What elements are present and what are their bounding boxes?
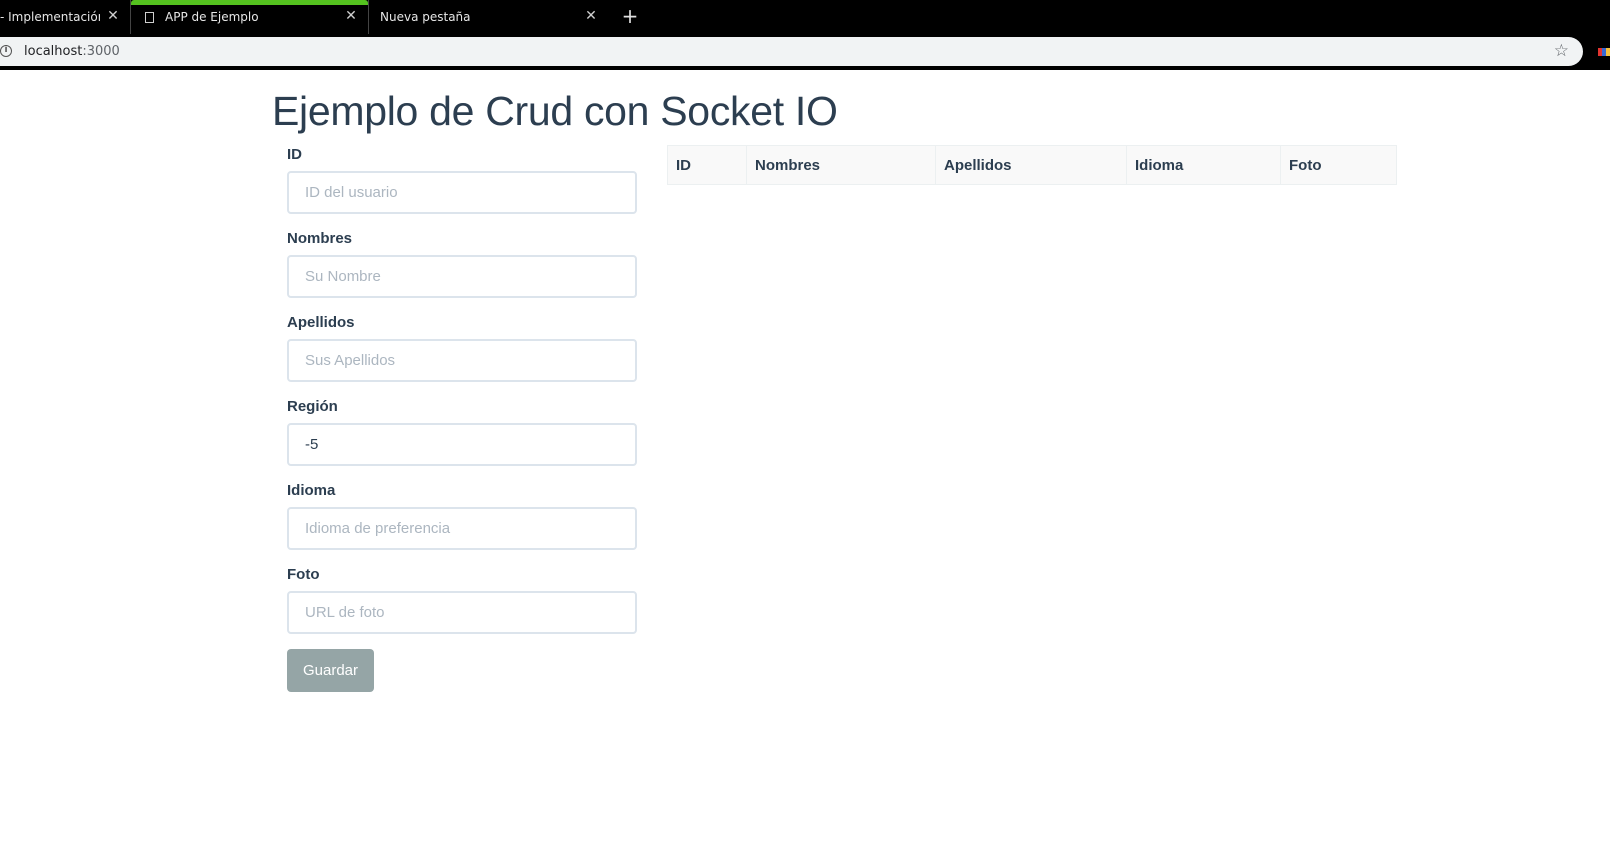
address-bar: i localhost:3000 ☆ xyxy=(0,34,1610,70)
url-host: localhost xyxy=(24,44,83,59)
tab-label: Nueva pestaña xyxy=(380,10,471,24)
close-icon[interactable]: ✕ xyxy=(584,9,598,23)
apellidos-input[interactable] xyxy=(287,339,637,382)
omnibox[interactable]: i localhost:3000 ☆ xyxy=(0,37,1583,66)
tab-label: - Implementación d xyxy=(0,10,100,24)
nombres-input[interactable] xyxy=(287,255,637,298)
browser-tab-bar: - Implementación d ✕ APP de Ejemplo ✕ Nu… xyxy=(0,0,1610,34)
info-icon[interactable]: i xyxy=(0,45,12,57)
close-icon[interactable]: ✕ xyxy=(106,9,120,23)
column-header-idioma: Idioma xyxy=(1126,145,1281,185)
apellidos-label: Apellidos xyxy=(287,314,355,331)
foto-label: Foto xyxy=(287,566,320,583)
extension-icon[interactable] xyxy=(1598,48,1610,56)
page-icon xyxy=(145,11,154,23)
form-group-region: Región xyxy=(287,398,637,466)
column-header-id: ID xyxy=(667,145,747,185)
column-header-nombres: Nombres xyxy=(746,145,936,185)
idioma-label: Idioma xyxy=(287,482,336,499)
form-group-apellidos: Apellidos xyxy=(287,314,637,382)
id-label: ID xyxy=(287,146,302,163)
region-input[interactable] xyxy=(287,423,637,466)
form-group-idioma: Idioma xyxy=(287,482,637,550)
tab-implementacion[interactable]: - Implementación d ✕ xyxy=(0,0,130,34)
region-label: Región xyxy=(287,398,338,415)
new-tab-button[interactable]: + xyxy=(620,6,640,26)
tab-label: APP de Ejemplo xyxy=(165,10,259,24)
close-icon[interactable]: ✕ xyxy=(344,9,358,23)
idioma-input[interactable] xyxy=(287,507,637,550)
tab-nueva-pestana[interactable]: Nueva pestaña ✕ xyxy=(369,0,608,34)
tab-app-de-ejemplo[interactable]: APP de Ejemplo ✕ xyxy=(130,0,369,34)
save-button[interactable]: Guardar xyxy=(287,649,374,692)
column-header-foto: Foto xyxy=(1280,145,1397,185)
users-table: ID Nombres Apellidos Idioma Foto xyxy=(667,145,1397,185)
column-header-apellidos: Apellidos xyxy=(935,145,1127,185)
active-tab-indicator xyxy=(131,0,368,5)
foto-input[interactable] xyxy=(287,591,637,634)
table-header-row: ID Nombres Apellidos Idioma Foto xyxy=(667,145,1397,185)
form-group-foto: Foto xyxy=(287,566,637,634)
url-text[interactable]: localhost:3000 xyxy=(24,44,120,59)
url-port: :3000 xyxy=(82,44,120,59)
form-group-nombres: Nombres xyxy=(287,230,637,298)
id-input[interactable] xyxy=(287,171,637,214)
bookmark-star-icon[interactable]: ☆ xyxy=(1554,41,1569,61)
nombres-label: Nombres xyxy=(287,230,353,247)
form-group-id: ID xyxy=(287,146,637,214)
page-title: Ejemplo de Crud con Socket IO xyxy=(272,88,838,134)
